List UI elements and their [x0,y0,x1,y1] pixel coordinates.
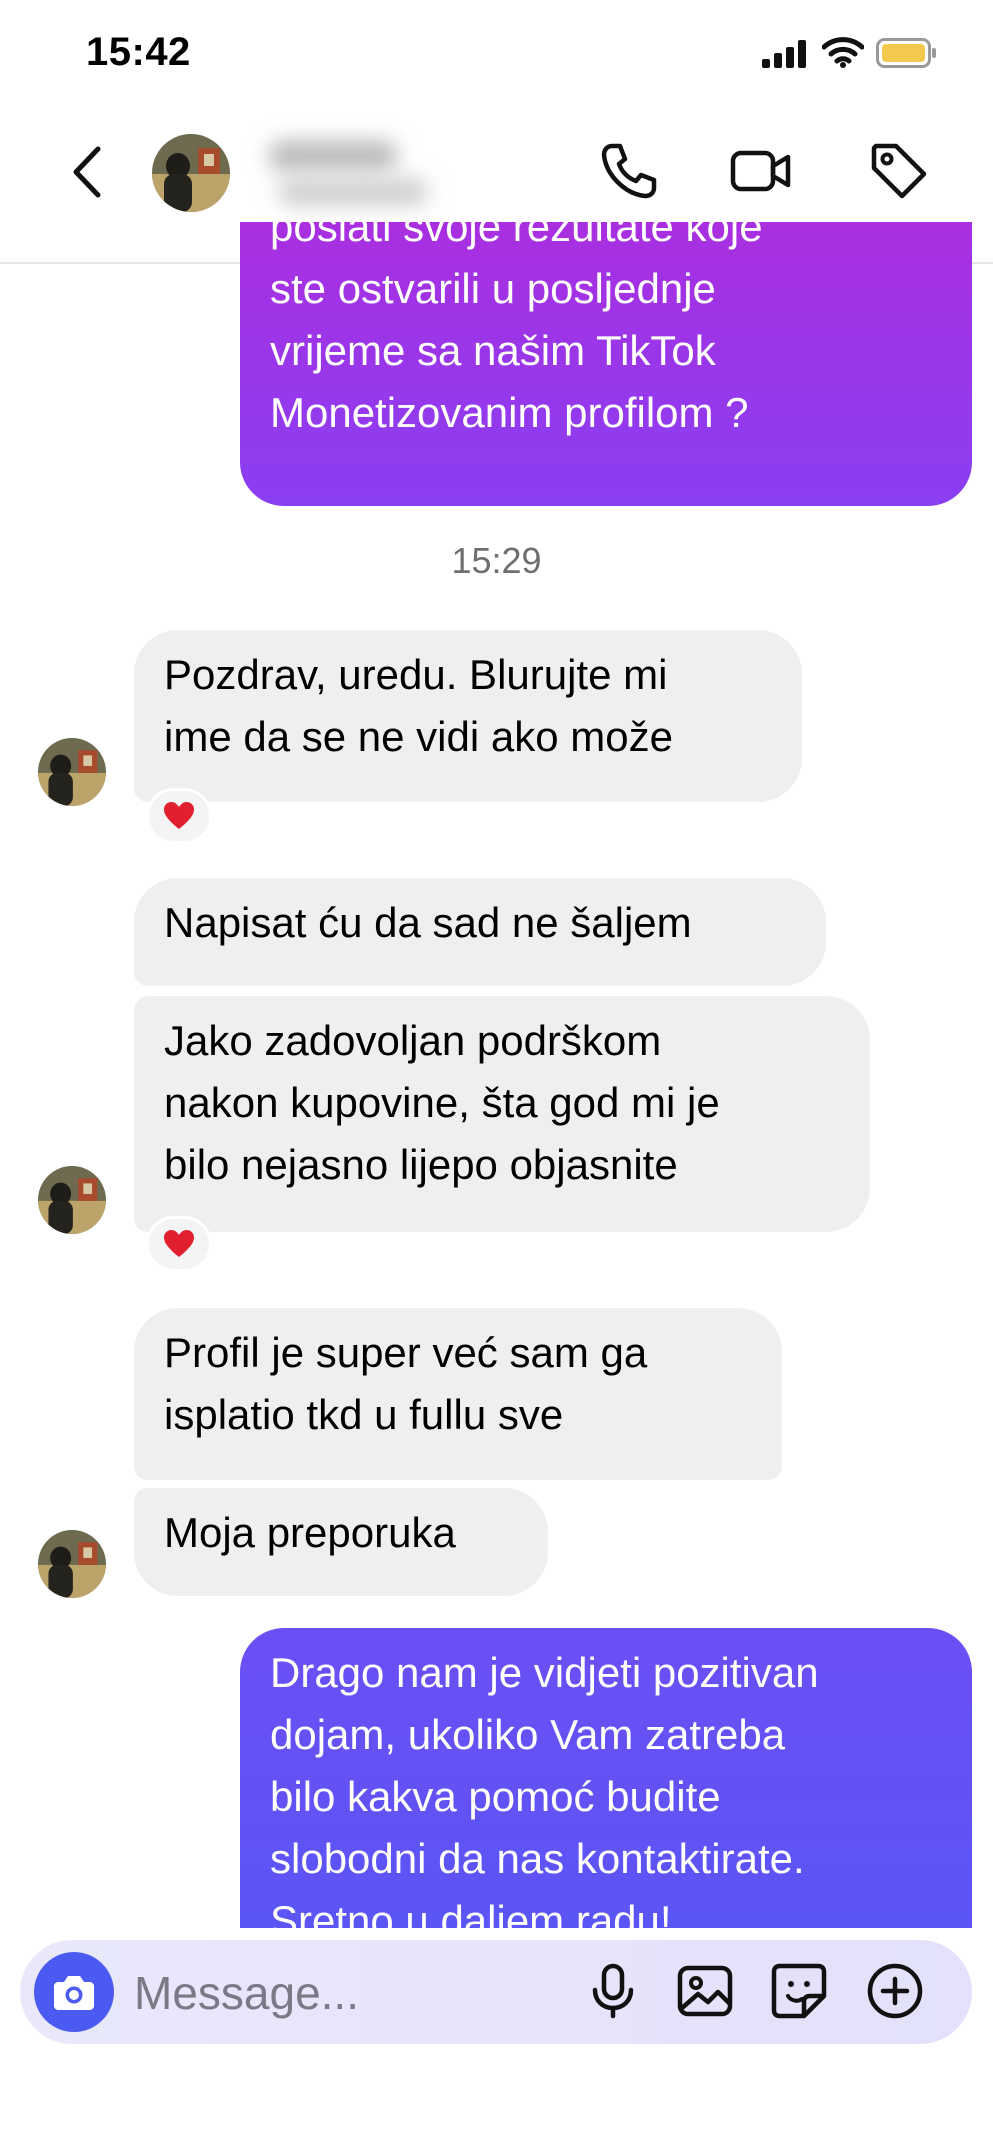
sticker-icon[interactable] [766,1958,832,2024]
status-time: 15:42 [86,30,191,74]
plus-circle-icon[interactable] [862,1958,928,2024]
message-line: Profil je super već sam ga [164,1329,648,1376]
contact-name-blurred [258,136,428,208]
heart-reaction[interactable] [146,788,212,844]
message-line: Moja preporuka [164,1509,456,1556]
incoming-message[interactable]: Pozdrav, uredu. Blurujte mi ime da se ne… [134,630,802,802]
message-line: Napisat ću da sad ne šaljem [164,899,692,946]
message-line: poslati svoje rezultate koje [270,222,763,250]
message-line: Monetizovanim profilom ? [270,389,749,436]
message-line: slobodni da nas kontaktirate. [270,1835,805,1882]
message-line: ste ostvarili u posljednje [270,265,716,312]
message-line: isplatio tkd u fullu sve [164,1391,564,1438]
signal-bars-icon [762,40,806,68]
message-line: nakon kupovine, šta god mi je [164,1079,720,1126]
gallery-icon[interactable] [672,1958,738,2024]
phone-icon[interactable] [596,138,662,204]
message-input[interactable] [132,1955,556,2031]
camera-icon [54,1976,94,2010]
message-line: Sretno u daljem radu! [270,1897,672,1928]
outgoing-message[interactable]: poslati svoje rezultate koje ste ostvari… [240,222,972,506]
battery-icon [876,38,936,68]
message-timestamp: 15:29 [451,540,542,581]
message-line: bilo kakva pomoć budite [270,1773,721,1820]
chevron-left-icon[interactable] [66,143,106,201]
avatar[interactable] [152,134,230,212]
message-line: dojam, ukoliko Vam zatreba [270,1711,786,1758]
heart-icon [164,802,194,829]
message-line: Drago nam je vidjeti pozitivan [270,1649,819,1696]
message-line: ime da se ne vidi ako može [164,713,673,760]
wifi-icon [822,37,864,68]
message-line: vrijeme sa našim TikTok [270,327,716,374]
video-camera-icon[interactable] [728,138,794,204]
incoming-message[interactable]: Profil je super već sam ga isplatio tkd … [134,1308,782,1480]
incoming-message[interactable]: Jako zadovoljan podrškom nakon kupovine,… [134,996,870,1232]
message-line: Pozdrav, uredu. Blurujte mi [164,651,668,698]
tag-icon[interactable] [866,138,932,204]
microphone-icon[interactable] [580,1958,646,2024]
avatar[interactable] [38,1530,106,1598]
incoming-message[interactable]: Moja preporuka [134,1488,548,1596]
message-line: bilo nejasno lijepo objasnite [164,1141,678,1188]
avatar[interactable] [38,1166,106,1234]
heart-icon [164,1230,194,1257]
avatar[interactable] [38,738,106,806]
heart-reaction[interactable] [146,1216,212,1272]
message-line: Jako zadovoljan podrškom [164,1017,662,1064]
incoming-message[interactable]: Napisat ću da sad ne šaljem [134,878,826,986]
outgoing-message[interactable]: Drago nam je vidjeti pozitivan dojam, uk… [240,1628,972,1928]
camera-button[interactable] [34,1952,114,2032]
